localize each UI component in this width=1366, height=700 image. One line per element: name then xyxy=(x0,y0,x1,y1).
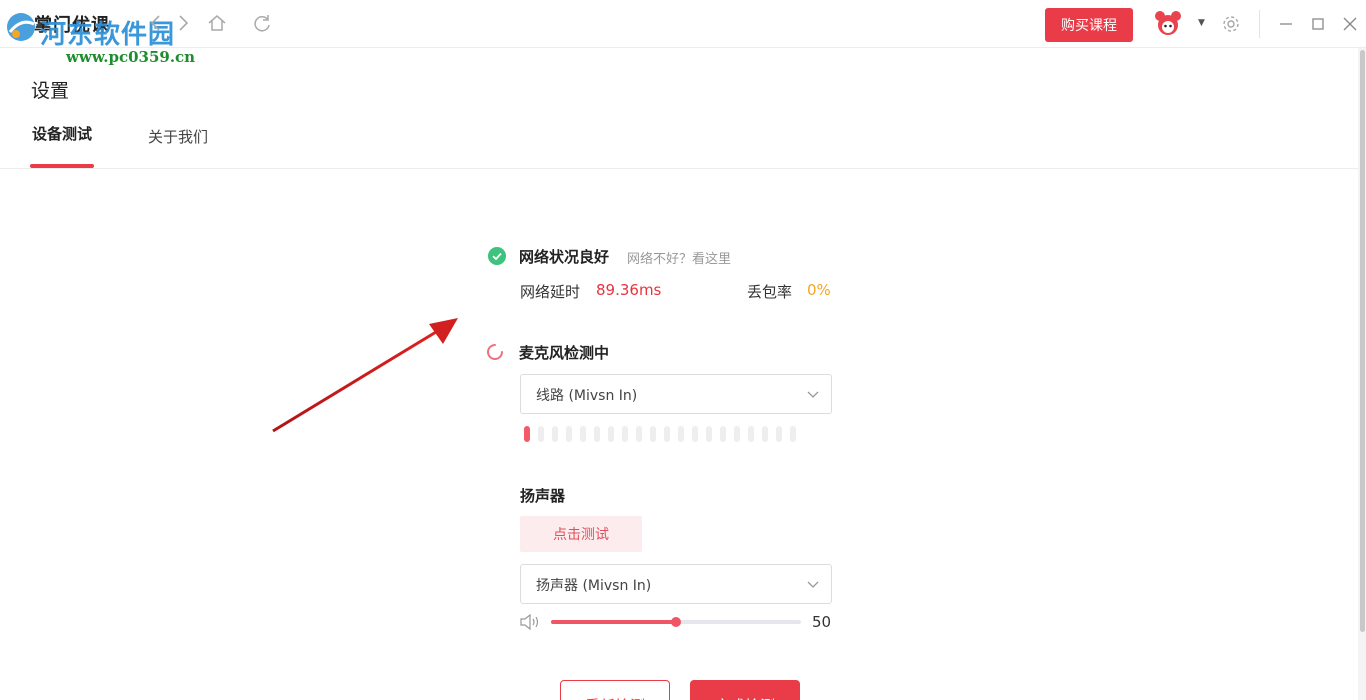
forward-icon[interactable] xyxy=(172,12,194,34)
microphone-device-value: 线路 (Mivsn In) xyxy=(536,388,638,404)
page-title: 设置 xyxy=(31,80,70,102)
volume-icon xyxy=(520,613,539,631)
maximize-icon[interactable] xyxy=(1308,14,1328,34)
scrollbar-thumb[interactable] xyxy=(1360,50,1365,632)
level-bar xyxy=(664,426,670,442)
level-bar xyxy=(720,426,726,442)
redo-test-button[interactable]: 重新检测 xyxy=(560,680,670,700)
watermark-logo xyxy=(7,13,35,41)
annotation-arrow xyxy=(272,318,458,433)
level-bar xyxy=(566,426,572,442)
level-bar xyxy=(790,426,796,442)
network-help-link[interactable]: 网络不好？看这里 xyxy=(627,248,731,267)
level-bar xyxy=(594,426,600,442)
speaker-test-button[interactable]: 点击测试 xyxy=(520,516,642,552)
watermark-url: www.pc0359.cn xyxy=(66,48,196,66)
level-bar xyxy=(678,426,684,442)
check-circle-icon xyxy=(488,247,506,265)
tab-device-test[interactable]: 设备测试 xyxy=(30,126,94,142)
back-icon[interactable] xyxy=(145,12,167,34)
refresh-icon[interactable] xyxy=(251,12,273,34)
level-bar xyxy=(706,426,712,442)
volume-slider-fill xyxy=(551,620,676,624)
tab-about-us[interactable]: 关于我们 xyxy=(148,126,208,147)
level-bar xyxy=(650,426,656,442)
divider xyxy=(0,168,1358,169)
title-bar: 掌门优课 河东软件园 www.pc0359.cn 购买课程 ▼ xyxy=(0,0,1366,66)
level-bar xyxy=(692,426,698,442)
close-icon[interactable] xyxy=(1340,14,1360,34)
level-bar xyxy=(636,426,642,442)
chevron-down-icon xyxy=(807,391,819,398)
gear-icon[interactable] xyxy=(1221,14,1241,34)
avatar[interactable] xyxy=(1152,8,1184,40)
finish-test-button[interactable]: 完成检测 xyxy=(690,680,800,700)
level-bar xyxy=(524,426,530,442)
microphone-status: 麦克风检测中 xyxy=(519,344,610,362)
account-dropdown-caret[interactable]: ▼ xyxy=(1198,18,1205,28)
packet-loss-label: 丢包率 xyxy=(747,283,793,301)
level-bar xyxy=(776,426,782,442)
level-bar xyxy=(580,426,586,442)
speaker-title: 扬声器 xyxy=(520,487,566,505)
chevron-down-icon xyxy=(807,581,819,588)
level-bar xyxy=(734,426,740,442)
level-bar xyxy=(538,426,544,442)
speaker-device-select[interactable]: 扬声器 (Mivsn In) xyxy=(520,564,832,604)
level-bar xyxy=(552,426,558,442)
latency-value: 89.36ms xyxy=(596,281,662,299)
latency-label: 网络延时 xyxy=(520,283,581,301)
network-status: 网络状况良好 xyxy=(519,248,610,266)
minimize-icon[interactable] xyxy=(1276,14,1296,34)
level-bar xyxy=(748,426,754,442)
loading-spinner-icon xyxy=(487,344,503,360)
packet-loss-value: 0% xyxy=(807,281,831,299)
speaker-device-value: 扬声器 (Mivsn In) xyxy=(536,578,652,594)
volume-slider-handle[interactable] xyxy=(671,617,681,627)
home-icon[interactable] xyxy=(206,12,228,34)
buy-course-button[interactable]: 购买课程 xyxy=(1045,8,1133,42)
divider xyxy=(1259,10,1260,38)
level-bar xyxy=(608,426,614,442)
level-bar xyxy=(622,426,628,442)
volume-slider[interactable] xyxy=(551,614,801,630)
volume-value: 50 xyxy=(812,613,832,631)
microphone-device-select[interactable]: 线路 (Mivsn In) xyxy=(520,374,832,414)
level-bar xyxy=(762,426,768,442)
